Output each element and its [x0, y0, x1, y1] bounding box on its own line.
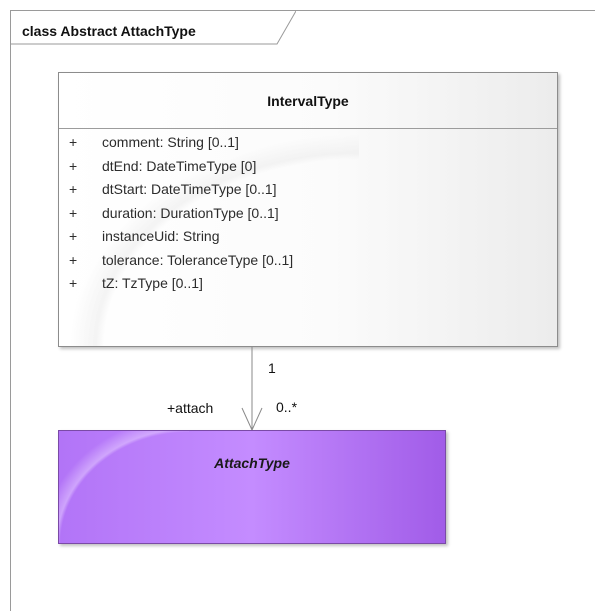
source-multiplicity: 1 — [268, 360, 276, 376]
target-role-name: +attach — [167, 400, 214, 416]
class-name: AttachType — [214, 455, 290, 471]
attach-type-abstract-class[interactable]: AttachType — [58, 430, 446, 544]
target-multiplicity: 0..* — [276, 399, 298, 415]
class-shading — [59, 431, 189, 543]
